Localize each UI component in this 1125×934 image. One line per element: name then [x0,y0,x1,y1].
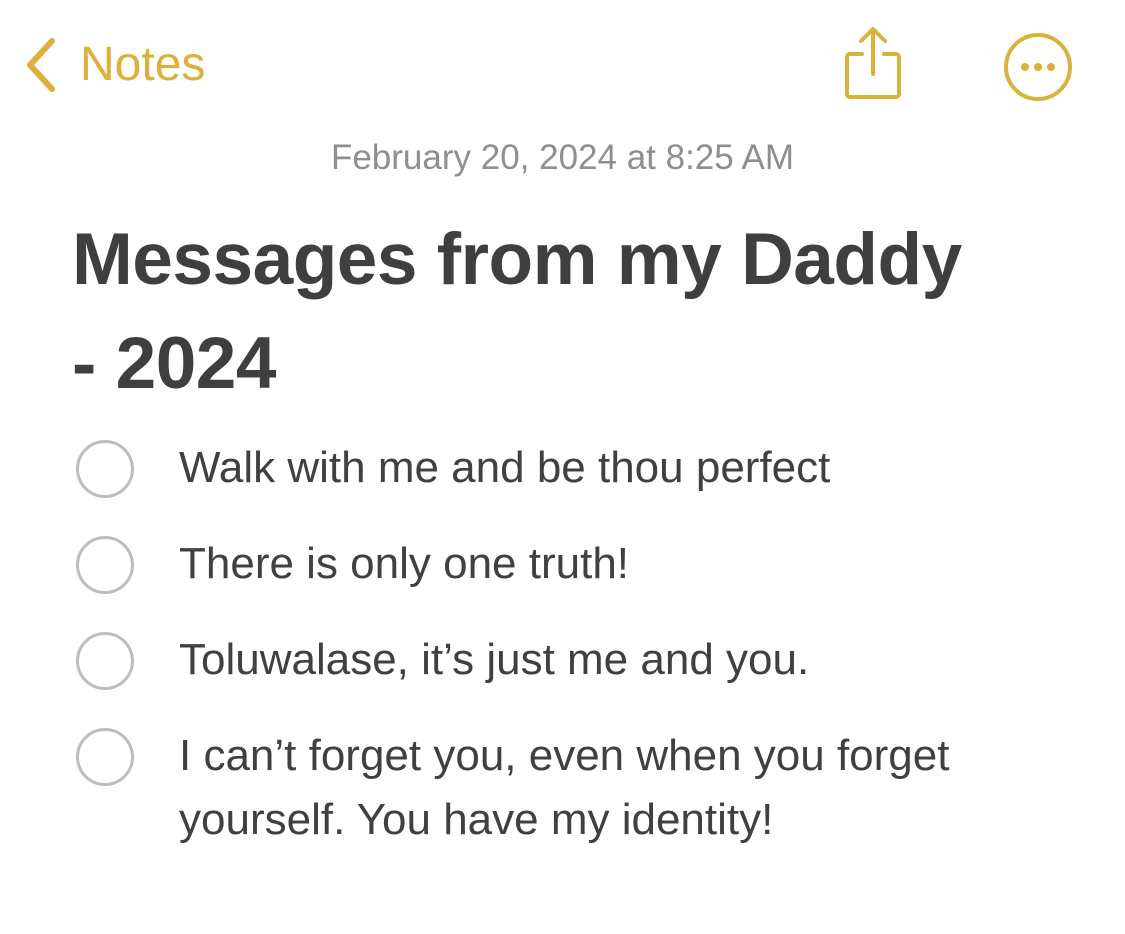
note-title-line-2: - 2024 [72,323,277,404]
checkbox-circle-icon[interactable] [76,728,134,786]
chevron-left-icon [27,38,55,92]
ellipsis-circle-icon [1004,33,1072,101]
checkbox-circle-icon[interactable] [76,632,134,690]
note-title[interactable]: Messages from my Daddy - 2024 [72,208,1072,416]
share-icon [845,27,901,99]
checklist-item-text[interactable]: Walk with me and be thou perfect [179,436,1079,500]
checklist-item-text[interactable]: Toluwalase, it’s just me and you. [179,628,1079,692]
checkbox-circle-icon[interactable] [76,536,134,594]
navigation-bar: Notes [0,0,1125,130]
note-title-line-1: Messages from my Daddy [72,219,962,300]
share-button[interactable] [838,24,908,104]
checklist-item-text[interactable]: There is only one truth! [179,532,1079,596]
back-button[interactable]: Notes [22,30,205,100]
back-button-label: Notes [80,38,206,91]
more-options-button[interactable] [1002,31,1074,103]
checkbox-circle-icon[interactable] [76,440,134,498]
note-date: February 20, 2024 at 8:25 AM [330,138,795,177]
checklist-item-text[interactable]: I can’t forget you, even when you forget… [179,724,1079,852]
